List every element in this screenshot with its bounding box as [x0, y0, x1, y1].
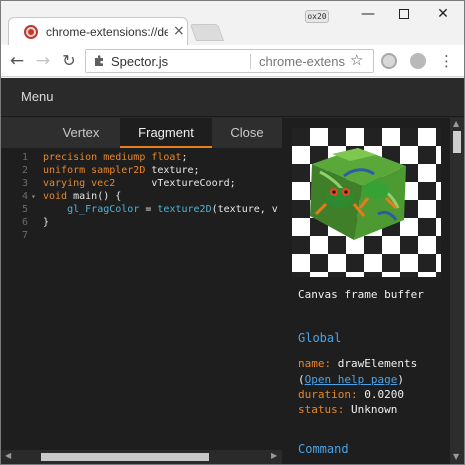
tab-close[interactable]: Close [212, 118, 282, 148]
menu-button[interactable]: Menu [21, 89, 54, 104]
help-close-paren: ) [397, 373, 404, 386]
name-value: drawElements [337, 357, 418, 370]
maximize-icon [399, 9, 409, 19]
menu-bar: Menu [1, 78, 464, 117]
status-value: Unknown [350, 403, 398, 416]
line-number: 3 [21, 178, 28, 189]
new-tab-button[interactable] [189, 24, 225, 41]
code-token: = [139, 204, 158, 215]
code-text: gl_FragColor = texture2D(texture, v [43, 203, 278, 216]
code-text: void main() { [43, 190, 121, 203]
puzzle-extension-icon [95, 55, 103, 66]
help-open-paren: ( [298, 373, 305, 386]
code-token: vTextureCoord; [151, 178, 236, 189]
browser-toolbar: ← → ↻ Spector.js chrome-extension://denb… [1, 45, 464, 77]
shader-code-editor[interactable]: 1 precision mediump float; 2 uniform sample… [1, 150, 282, 450]
name-row: name: drawElements [298, 357, 417, 370]
extension-icon[interactable] [410, 53, 426, 69]
code-line[interactable]: 1 precision mediump float; [1, 151, 282, 164]
code-token: ; [181, 152, 188, 163]
keyword-token: varying vec2 [43, 178, 152, 189]
code-line[interactable]: 3 varying vec2 vTextureCoord; [1, 177, 282, 190]
tab-close-icon[interactable]: × [173, 23, 185, 39]
star-icon[interactable]: ☆ [350, 51, 363, 69]
code-line[interactable]: 4 ▾ void main() { [1, 190, 282, 203]
vertical-scroll-thumb[interactable] [453, 131, 461, 153]
tab-fragment[interactable]: Fragment [120, 118, 212, 148]
browser-window: chrome-extensions://denb × ox20 — ✕ ← → … [0, 0, 465, 465]
forward-button[interactable]: → [32, 50, 54, 72]
code-token: (texture, v [211, 204, 278, 215]
more-vert-icon[interactable]: ⋮ [439, 50, 454, 72]
code-text: } [43, 216, 49, 229]
maximize-button[interactable] [394, 5, 414, 23]
code-line[interactable]: 2 uniform sampler2D texture; [1, 164, 282, 177]
duration-value: 0.0200 [364, 388, 404, 401]
code-text: precision mediump float; [43, 151, 188, 164]
duration-row: duration: 0.0200 [298, 388, 404, 401]
url-text[interactable]: chrome-extension://denbga... [259, 54, 345, 69]
capture-info-panel: Canvas frame buffer Global name: drawEle… [282, 118, 450, 464]
code-token: texture; [151, 165, 200, 176]
code-line[interactable]: 5 gl_FragColor = texture2D(texture, v [1, 203, 282, 216]
builtin-token: gl_FragColor [67, 204, 140, 215]
status-key: status: [298, 403, 351, 416]
scroll-left-icon[interactable]: ◀ [5, 451, 11, 460]
keyword-token: precision mediump float [43, 152, 182, 163]
horizontal-scroll-thumb[interactable] [41, 453, 209, 461]
open-help-page-link[interactable]: Open help page [305, 373, 398, 386]
spector-favicon-icon [24, 25, 38, 39]
spector-extension-icon[interactable] [381, 53, 397, 69]
help-row: (Open help page) [298, 373, 404, 386]
code-token: } [43, 217, 50, 228]
keyword-token: uniform sampler2D [43, 165, 152, 176]
vertical-scrollbar[interactable]: ▲ ▼ [450, 118, 464, 464]
close-window-button[interactable]: ✕ [433, 5, 453, 23]
reload-button[interactable]: ↻ [58, 50, 80, 72]
canvas-caption: Canvas frame buffer [298, 288, 424, 301]
minimize-button[interactable]: — [358, 5, 378, 23]
canvas-image [292, 128, 441, 277]
line-number: 4 [21, 191, 28, 202]
shader-tabs: Vertex Fragment Close [1, 118, 282, 148]
code-token: main() { [73, 191, 122, 202]
scroll-down-icon[interactable]: ▼ [453, 452, 459, 461]
title-bar: chrome-extensions://denb × ox20 — ✕ [1, 1, 464, 46]
global-section-title: Global [298, 331, 342, 345]
tab-title: chrome-extensions://denb [46, 25, 168, 39]
extension-name: Spector.js [111, 54, 169, 69]
omnibox-divider [250, 54, 251, 69]
spector-page: Menu Vertex Fragment Close 1 precision me… [1, 78, 464, 464]
builtin-token: texture2D [157, 204, 212, 215]
code-text: uniform sampler2D texture; [43, 164, 200, 177]
back-button[interactable]: ← [6, 50, 28, 72]
status-row: status: Unknown [298, 403, 397, 416]
code-line[interactable]: 6} [1, 216, 282, 229]
name-key: name: [298, 357, 338, 370]
canvas-preview[interactable] [292, 128, 441, 277]
line-number: 6 [21, 217, 28, 228]
code-line[interactable]: 7 [1, 229, 282, 242]
line-number: 7 [21, 230, 28, 241]
fold-arrow-icon[interactable]: ▾ [31, 190, 36, 203]
line-number: 2 [21, 165, 28, 176]
command-section-title: Command [298, 442, 349, 456]
scroll-up-icon[interactable]: ▲ [453, 119, 459, 128]
profile-badge[interactable]: ox20 [305, 10, 329, 23]
line-number: 1 [21, 152, 28, 163]
browser-tab[interactable]: chrome-extensions://denb × [8, 17, 188, 46]
tab-vertex[interactable]: Vertex [41, 118, 121, 148]
line-number: 5 [21, 204, 28, 215]
horizontal-scrollbar[interactable]: ◀ ▶ [1, 450, 282, 464]
shader-panel: Vertex Fragment Close 1 precision mediump… [1, 118, 282, 464]
scroll-right-icon[interactable]: ▶ [271, 451, 277, 460]
code-text: varying vec2 vTextureCoord; [43, 177, 236, 190]
keyword-token: void [43, 191, 74, 202]
address-bar[interactable]: Spector.js chrome-extension://denbga... … [85, 49, 374, 73]
duration-key: duration: [298, 388, 365, 401]
